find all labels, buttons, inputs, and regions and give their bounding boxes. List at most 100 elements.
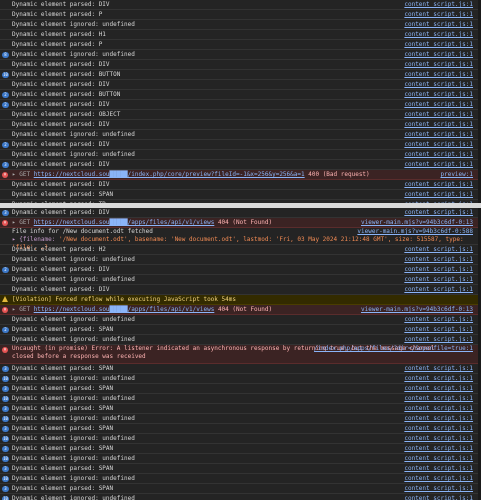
source-link[interactable]: content_script.js:1: [404, 474, 473, 483]
source-link[interactable]: viewer-main.mjs?v=94b3c6df-0:13: [361, 305, 473, 314]
network-error-message: ▸ GET https://nextcloud.sou█████/index.p…: [12, 170, 370, 179]
repeat-count-badge: 3: [2, 466, 9, 472]
log-message-text: Dynamic element parsed: P: [12, 41, 103, 48]
log-message-text: Dynamic element parsed: DIV: [12, 1, 110, 8]
console-message: 3 Dynamic element parsed: SPAN content_scr…: [0, 384, 481, 394]
log-message-text: Dynamic element parsed: SPAN: [12, 425, 114, 432]
source-link[interactable]: preview:1: [440, 170, 473, 179]
source-link[interactable]: content_script.js:1: [404, 150, 473, 159]
console-message: Dynamic element parsed: OBJECT content_sc…: [0, 110, 481, 120]
source-link[interactable]: content_script.js:1: [404, 120, 473, 129]
log-message-text: Dynamic element parsed: DIV: [12, 266, 110, 273]
request-url-link[interactable]: https://nextcloud.sou█████/index.php/cor…: [34, 171, 305, 178]
source-link[interactable]: content_script.js:1: [404, 0, 473, 9]
source-link[interactable]: content_script.js:1: [404, 494, 473, 500]
source-link[interactable]: content_script.js:1: [404, 404, 473, 413]
source-link[interactable]: content_script.js:1: [404, 20, 473, 29]
source-link[interactable]: content_script.js:1: [404, 80, 473, 89]
source-link[interactable]: content_script.js:1: [404, 275, 473, 284]
source-link[interactable]: content_script.js:1: [404, 140, 473, 149]
log-message-text: Dynamic element parsed: BUTTON: [12, 91, 121, 98]
log-message-text: Dynamic element ignored: undefined: [12, 415, 135, 422]
source-link[interactable]: content_script.js:1: [404, 10, 473, 19]
source-link[interactable]: content_script.js:1: [404, 484, 473, 493]
source-link[interactable]: content_script.js:1: [404, 110, 473, 119]
source-link[interactable]: content_script.js:1: [404, 434, 473, 443]
console-message: Dynamic element parsed: P content_script.…: [0, 40, 481, 50]
log-message-text: Dynamic element ignored: undefined: [12, 495, 135, 500]
console-message: File info for /New document.odt fetched ▸…: [0, 228, 481, 251]
console-message: 3 Dynamic element parsed: DIV content_scri…: [0, 208, 481, 218]
source-link[interactable]: content_script.js:1: [404, 30, 473, 39]
console-message: 2 Dynamic element parsed: DIV content_scri…: [0, 265, 481, 275]
log-message-text: Dynamic element parsed: P: [12, 11, 103, 18]
repeat-count-badge: 10: [2, 496, 9, 500]
expand-toggle[interactable]: ▸ GET: [12, 306, 30, 313]
log-message-text: Dynamic element ignored: undefined: [12, 435, 135, 442]
object-expand-toggle[interactable]: ▸ {filename:: [12, 236, 55, 243]
source-link[interactable]: content_script.js:1: [404, 394, 473, 403]
source-link[interactable]: content_script.js:1: [404, 100, 473, 109]
console-message: 10 Dynamic element ignored: undefined cont…: [0, 434, 481, 444]
log-message-text: Dynamic element parsed: OBJECT: [12, 111, 121, 118]
source-link[interactable]: content_script.js:1: [404, 444, 473, 453]
expand-toggle[interactable]: ▸ GET: [12, 219, 30, 226]
status-text: 404 (Not Found): [217, 306, 273, 313]
console-log-list: Dynamic element parsed: DIV content_scrip…: [0, 0, 481, 203]
source-link[interactable]: content_script.js:1: [404, 50, 473, 59]
source-link[interactable]: /index.php/apps/files/?dir=/&openfile=tr…: [314, 345, 473, 353]
log-message-text: Dynamic element parsed: BUTTON: [12, 71, 121, 78]
source-link[interactable]: content_script.js:1: [404, 90, 473, 99]
source-link[interactable]: content_script.js:1: [404, 285, 473, 294]
source-link[interactable]: content_script.js:1: [404, 130, 473, 139]
source-link[interactable]: content_script.js:1: [404, 208, 473, 217]
source-link[interactable]: content_script.js:1: [404, 364, 473, 373]
log-message-text: Dynamic element parsed: H2: [12, 246, 106, 253]
repeat-count-badge: 10: [2, 476, 9, 482]
source-link[interactable]: content_script.js:1: [404, 454, 473, 463]
source-link[interactable]: content_script.js:1: [404, 255, 473, 264]
source-link[interactable]: content_script.js:1: [404, 315, 473, 324]
console-message: Dynamic element ignored: undefined conten…: [0, 150, 481, 160]
console-message: Dynamic element parsed: DIV content_scrip…: [0, 60, 481, 70]
source-link[interactable]: content_script.js:1: [404, 265, 473, 274]
console-message: Dynamic element ignored: undefined conten…: [0, 20, 481, 30]
expand-toggle[interactable]: ▸ GET: [12, 171, 30, 178]
log-message-text: Dynamic element parsed: SPAN: [12, 445, 114, 452]
source-link[interactable]: content_script.js:1: [404, 160, 473, 169]
repeat-count-badge: 10: [2, 376, 9, 382]
repeat-count-badge: 3: [2, 486, 9, 492]
source-link[interactable]: content_script.js:1: [404, 414, 473, 423]
console-message: Dynamic element parsed: DIV content_scrip…: [0, 0, 481, 10]
source-link[interactable]: viewer-main.mjs?v=94b3c6df-0:588: [357, 228, 473, 236]
source-link[interactable]: content_script.js:1: [404, 190, 473, 199]
repeat-count-badge: 2: [2, 102, 9, 108]
request-url-link[interactable]: https://nextcloud.sou█████/apps/files/ap…: [34, 219, 215, 226]
log-message-text: Dynamic element ignored: undefined: [12, 21, 135, 28]
source-link[interactable]: content_script.js:1: [404, 40, 473, 49]
log-message-text: Dynamic element parsed: DIV: [12, 181, 110, 188]
source-link[interactable]: content_script.js:1: [404, 245, 473, 254]
log-message-text: Dynamic element parsed: DIV: [12, 81, 110, 88]
console-message: Dynamic element ignored: undefined conten…: [0, 335, 481, 345]
console-pane-bottom[interactable]: 3 Dynamic element parsed: DIV content_scri…: [0, 208, 481, 500]
error-icon: ×: [2, 220, 8, 226]
request-url-link[interactable]: https://nextcloud.sou█████/apps/files/ap…: [34, 306, 215, 313]
console-message: × ▸ GET https://nextcloud.sou█████/index.…: [0, 170, 481, 180]
repeat-count-badge: 3: [2, 426, 9, 432]
source-link[interactable]: content_script.js:1: [404, 374, 473, 383]
console-message: 2 Dynamic element parsed: DIV content_scri…: [0, 140, 481, 150]
source-link[interactable]: content_script.js:1: [404, 70, 473, 79]
repeat-count-badge: 8: [2, 52, 9, 58]
source-link[interactable]: content_script.js:1: [404, 464, 473, 473]
source-link[interactable]: content_script.js:1: [404, 60, 473, 69]
source-link[interactable]: content_script.js:1: [404, 180, 473, 189]
source-link[interactable]: content_script.js:1: [404, 424, 473, 433]
console-message: × ▸ GET https://nextcloud.sou█████/apps/f…: [0, 218, 481, 228]
source-link[interactable]: content_script.js:1: [404, 335, 473, 344]
source-link[interactable]: content_script.js:1: [404, 384, 473, 393]
console-pane-top[interactable]: Dynamic element parsed: DIV content_scrip…: [0, 0, 481, 203]
source-link[interactable]: viewer-main.mjs?v=94b3c6df-0:13: [361, 218, 473, 227]
source-link[interactable]: content_script.js:1: [404, 325, 473, 334]
repeat-count-badge: 10: [2, 416, 9, 422]
